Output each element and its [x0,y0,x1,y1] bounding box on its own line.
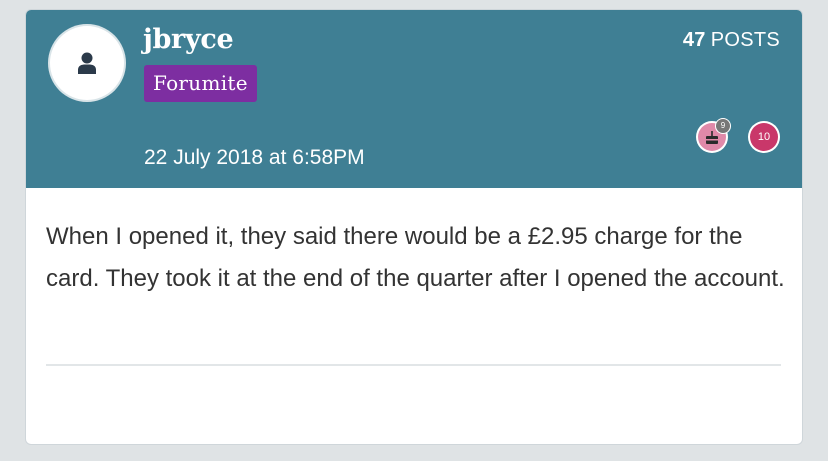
forum-post-card: jbryce Forumite 47 POSTS 22 July 2018 at … [26,10,802,444]
avatar[interactable] [50,26,124,100]
post-body: When I opened it, they said there would … [46,223,785,292]
post-count-label: POSTS [710,29,780,51]
post-count-number: 47 [682,29,706,51]
badge-10-icon[interactable]: 10 [750,123,778,151]
user-silhouette-icon [78,52,96,74]
cake-icon [706,131,718,144]
author-username-link[interactable]: jbryce [143,24,234,55]
achievement-count-badge: 9 [716,119,730,133]
author-post-count: 47 POSTS [683,29,780,52]
author-role-badge: Forumite [144,65,257,102]
post-header: jbryce Forumite 47 POSTS 22 July 2018 at … [26,10,802,188]
post-timestamp-link[interactable]: 22 July 2018 at 6:58PM [144,146,365,170]
post-divider [46,364,781,366]
